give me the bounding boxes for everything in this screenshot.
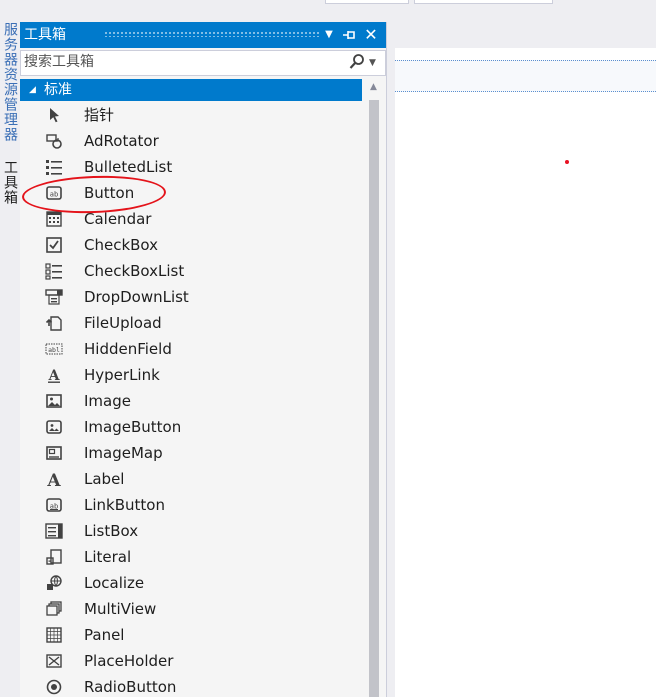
search-options-chevron-down-icon[interactable]: ▼	[369, 54, 376, 72]
toolbox-tab[interactable]: 工具箱	[0, 160, 20, 205]
toolbox-item-label: RadioButton	[84, 678, 177, 696]
scroll-up-arrow-icon[interactable]: ▲	[370, 82, 377, 92]
cursor-marker	[565, 160, 569, 164]
toolbox-item[interactable]: DropDownList	[20, 284, 362, 310]
toolbox-item[interactable]: FileUpload	[20, 310, 362, 336]
toolbox-item-label: MultiView	[84, 600, 157, 618]
toolbox-item-label: BulletedList	[84, 158, 173, 176]
toolbox-item[interactable]: PlaceHolder	[20, 648, 362, 674]
toolbox-item-label: ListBox	[84, 522, 139, 540]
toolbox-item-label: FileUpload	[84, 314, 162, 332]
design-surface[interactable]	[387, 48, 656, 697]
image-icon	[45, 392, 63, 410]
auto-hide-pin-icon[interactable]	[340, 25, 358, 45]
toolbox-item-label: CheckBoxList	[84, 262, 185, 280]
toolbox-item-label: PlaceHolder	[84, 652, 174, 670]
multiview-icon	[45, 600, 63, 618]
localize-icon	[45, 574, 63, 592]
toolbox-item-label: Localize	[84, 574, 145, 592]
server-explorer-tab[interactable]: 服务器资源管理器	[0, 22, 20, 142]
toolbox-item[interactable]: CheckBoxList	[20, 258, 362, 284]
toolbox-item[interactable]: Image	[20, 388, 362, 414]
svg-text:abl: abl	[48, 346, 60, 354]
side-tab-strip: 服务器资源管理器 工具箱	[0, 0, 20, 697]
hiddenfield-icon: abl	[45, 340, 63, 358]
pointer-icon	[45, 106, 63, 124]
collapse-triangle-icon[interactable]: ◢	[29, 83, 36, 97]
toolbox-item[interactable]: ab LinkButton	[20, 492, 362, 518]
titlebar-grip[interactable]	[104, 31, 320, 37]
top-toolbar-control[interactable]	[325, 0, 409, 4]
top-toolbar-dropdown[interactable]	[414, 0, 553, 4]
bulletedlist-icon	[45, 158, 63, 176]
search-input[interactable]	[24, 53, 334, 71]
checkboxlist-icon	[45, 262, 63, 280]
close-icon[interactable]: ✕	[362, 25, 380, 45]
toolbox-item[interactable]: CheckBox	[20, 232, 362, 258]
calendar-icon	[45, 210, 63, 228]
dropdownlist-icon	[45, 288, 63, 306]
listbox-icon	[45, 522, 63, 540]
toolbox-panel: 工具箱 ▼ ✕ ▼ ◢ 标准 指针 AdRotator BulletedList ab…	[20, 22, 387, 697]
toolbox-item[interactable]: AdRotator	[20, 128, 362, 154]
toolbox-list: ◢ 标准 指针 AdRotator BulletedList ab Button Cale…	[20, 78, 366, 697]
toolbox-item-label: 指针	[84, 106, 115, 124]
adrotator-icon	[45, 132, 63, 150]
toolbox-title: 工具箱	[24, 27, 66, 43]
vertical-scrollbar[interactable]: ▲	[366, 78, 384, 697]
toolbox-item[interactable]: ListBox	[20, 518, 362, 544]
toolbox-item[interactable]: MultiView	[20, 596, 362, 622]
svg-text:A: A	[46, 471, 61, 488]
toolbox-item-label: Panel	[84, 626, 125, 644]
scrollbar-thumb[interactable]	[369, 100, 379, 697]
toolbox-item-label: ImageMap	[84, 444, 163, 462]
toolbox-item[interactable]: abl HiddenField	[20, 336, 362, 362]
toolbox-item-label: ImageButton	[84, 418, 182, 436]
toolbox-item[interactable]: BulletedList	[20, 154, 362, 180]
imagebutton-icon	[45, 418, 63, 436]
toolbox-item-label: LinkButton	[84, 496, 165, 514]
toolbox-item[interactable]: A HyperLink	[20, 362, 362, 388]
literal-icon	[45, 548, 63, 566]
window-position-dropdown-icon[interactable]: ▼	[320, 25, 338, 45]
toolbox-item-label: CheckBox	[84, 236, 159, 254]
toolbox-item-label: AdRotator	[84, 132, 159, 150]
search-icon[interactable]	[349, 53, 365, 71]
toolbox-item[interactable]: RadioButton	[20, 674, 362, 697]
toolbox-item-label: Label	[84, 470, 125, 488]
toolbox-item-label: HyperLink	[84, 366, 160, 384]
imagemap-icon	[45, 444, 63, 462]
toolbox-item[interactable]: 指针	[20, 102, 362, 128]
label-icon: A	[45, 470, 63, 491]
toolbox-item[interactable]: Panel	[20, 622, 362, 648]
toolbox-item[interactable]: Literal	[20, 544, 362, 570]
panel-icon	[45, 626, 63, 644]
radiobutton-icon	[45, 678, 63, 696]
checkbox-icon	[45, 236, 63, 254]
toolbox-titlebar[interactable]: 工具箱 ▼ ✕	[20, 22, 386, 48]
category-label: 标准	[44, 82, 72, 98]
linkbutton-icon: ab	[45, 496, 63, 514]
toolbox-item[interactable]: Localize	[20, 570, 362, 596]
toolbox-item-label: HiddenField	[84, 340, 172, 358]
category-header-standard[interactable]: ◢ 标准	[20, 79, 362, 101]
toolbox-item[interactable]: ImageButton	[20, 414, 362, 440]
hyperlink-icon: A	[45, 366, 63, 384]
toolbox-item[interactable]: ImageMap	[20, 440, 362, 466]
toolbox-item-label: DropDownList	[84, 288, 189, 306]
fileupload-icon	[45, 314, 63, 332]
toolbox-search: ▼	[20, 50, 386, 76]
editor-splitter[interactable]	[387, 48, 395, 697]
placeholder-icon	[45, 652, 63, 670]
toolbox-item-label: Image	[84, 392, 131, 410]
toolbox-item[interactable]: A Label	[20, 466, 362, 492]
design-surface-header	[387, 60, 656, 92]
toolbox-item-label: Literal	[84, 548, 132, 566]
